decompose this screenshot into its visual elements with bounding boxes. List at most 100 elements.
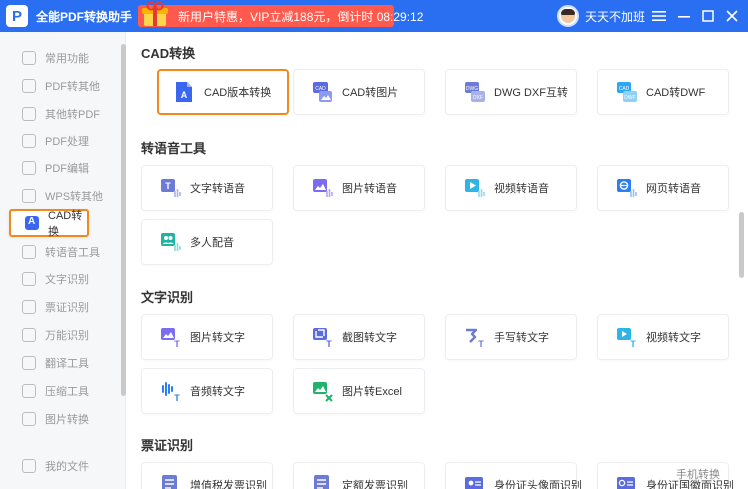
user-profile[interactable]: 天天不加班 xyxy=(557,5,645,27)
section-title-speech: 转语音工具 xyxy=(141,141,207,156)
main-content: CAD转换 A CAD版本转换 CAD CAD转图片 DWG DXF DWG DX… xyxy=(127,32,748,489)
title-bar: P 全能PDF转换助手 新用户特惠，VIP立减188元，倒计时 08:29:12… xyxy=(0,0,748,32)
cad-to-dwf-icon: CAD DWF xyxy=(616,81,637,103)
sidebar-item-speech[interactable]: 转语音工具 xyxy=(8,238,118,266)
sidebar: 常用功能 PDF转其他 其他转PDF PDF处理 PDF编辑 WPS转其他 CA… xyxy=(0,32,126,489)
folder-icon xyxy=(22,459,36,473)
sidebar-item-label: 其他转PDF xyxy=(45,109,100,121)
svg-text:T: T xyxy=(326,339,332,348)
maximize-icon[interactable] xyxy=(700,8,716,24)
card-multi-dubbing[interactable]: 多人配音 xyxy=(141,219,273,265)
phone-convert-link[interactable]: 手机转换 xyxy=(676,466,720,482)
dwg-dxf-icon: DWG DXF xyxy=(464,81,485,103)
sidebar-item-label: PDF转其他 xyxy=(45,81,100,93)
handwriting-to-text-icon: T xyxy=(464,326,484,348)
ticket-icon xyxy=(22,300,36,314)
image-icon xyxy=(22,412,36,426)
sidebar-item-other-to-pdf[interactable]: 其他转PDF xyxy=(8,100,118,128)
sidebar-item-universal[interactable]: 万能识别 xyxy=(8,321,118,349)
sidebar-item-label: 我的文件 xyxy=(45,461,89,473)
audio-icon xyxy=(22,245,36,259)
card-id-front[interactable]: 身份证头像面识别 xyxy=(445,462,582,489)
tools-icon xyxy=(22,134,36,148)
sidebar-item-ticket[interactable]: 票证识别 xyxy=(8,293,118,321)
compress-icon xyxy=(22,384,36,398)
card-label: 增值税发票识别 xyxy=(190,480,267,489)
user-name[interactable]: 天天不加班 xyxy=(585,8,645,25)
sidebar-item-cad[interactable]: CAD转换 xyxy=(9,209,89,238)
card-image-to-speech[interactable]: 图片转语音 xyxy=(293,165,425,211)
card-image-to-text[interactable]: T 图片转文字 xyxy=(141,314,273,360)
sidebar-item-compress[interactable]: 压缩工具 xyxy=(8,377,118,405)
main-scrollbar[interactable] xyxy=(739,212,744,278)
close-icon[interactable] xyxy=(724,8,740,24)
sidebar-item-pdf-process[interactable]: PDF处理 xyxy=(8,127,118,155)
id-front-icon xyxy=(464,474,484,489)
image-to-speech-icon xyxy=(312,177,333,199)
screenshot-to-text-icon: T xyxy=(312,326,332,348)
sidebar-scrollbar[interactable] xyxy=(121,44,126,396)
sidebar-item-label: 压缩工具 xyxy=(45,386,89,398)
text-to-speech-icon: T xyxy=(160,177,181,199)
sidebar-item-common[interactable]: 常用功能 xyxy=(8,44,118,72)
card-dwg-dxf[interactable]: DWG DXF DWG DXF互转 xyxy=(445,69,577,115)
sidebar-item-translate[interactable]: 翻译工具 xyxy=(8,349,118,377)
app-logo-icon: P xyxy=(6,5,28,27)
gift-icon xyxy=(142,1,168,26)
svg-text:T: T xyxy=(165,181,171,191)
minimize-icon[interactable] xyxy=(676,8,692,24)
card-label: 视频转文字 xyxy=(646,332,701,344)
convert-icon xyxy=(22,107,36,121)
card-vat-invoice[interactable]: 增值税发票识别 xyxy=(141,462,273,489)
sidebar-item-label: 文字识别 xyxy=(45,274,89,286)
text-icon xyxy=(22,272,36,286)
sidebar-item-wps-to-other[interactable]: WPS转其他 xyxy=(8,182,118,210)
card-label: 音频转文字 xyxy=(190,386,245,398)
multi-dubbing-icon xyxy=(160,231,181,253)
card-web-to-speech[interactable]: 网页转语音 xyxy=(597,165,729,211)
card-image-to-excel[interactable]: 图片转Excel xyxy=(293,368,425,414)
card-label: 身份证头像面识别 xyxy=(494,480,582,489)
card-cad-to-image[interactable]: CAD CAD转图片 xyxy=(293,69,425,115)
promo-banner[interactable]: 新用户特惠，VIP立减188元，倒计时 08:29:12 xyxy=(138,1,423,27)
menu-icon[interactable] xyxy=(651,8,667,24)
card-handwriting-to-text[interactable]: T 手写转文字 xyxy=(445,314,577,360)
card-quota-invoice[interactable]: 定额发票识别 xyxy=(293,462,425,489)
card-screenshot-to-text[interactable]: T 截图转文字 xyxy=(293,314,425,360)
card-video-to-speech[interactable]: 视频转语音 xyxy=(445,165,577,211)
scan-icon xyxy=(22,328,36,342)
sidebar-item-ocr[interactable]: 文字识别 xyxy=(8,265,118,293)
card-label: 截图转文字 xyxy=(342,332,397,344)
card-text-to-speech[interactable]: T 文字转语音 xyxy=(141,165,273,211)
svg-text:T: T xyxy=(630,339,636,348)
sidebar-item-image[interactable]: 图片转换 xyxy=(8,405,118,433)
card-label: DWG DXF互转 xyxy=(494,87,568,99)
svg-text:T: T xyxy=(174,339,180,348)
cad-to-image-icon: CAD xyxy=(312,81,332,103)
card-label: 图片转语音 xyxy=(342,183,397,195)
cad-version-icon: A xyxy=(174,81,194,103)
sidebar-item-label: PDF编辑 xyxy=(45,163,89,175)
app-title: 全能PDF转换助手 xyxy=(36,9,133,24)
sidebar-item-label: 图片转换 xyxy=(45,414,89,426)
card-cad-version[interactable]: A CAD版本转换 xyxy=(157,69,289,115)
sidebar-item-label: 转语音工具 xyxy=(45,247,100,259)
card-label: 图片转文字 xyxy=(190,332,245,344)
video-to-text-icon: T xyxy=(616,326,636,348)
video-to-speech-icon xyxy=(464,177,485,199)
card-label: 网页转语音 xyxy=(646,183,701,195)
sidebar-item-pdf-to-other[interactable]: PDF转其他 xyxy=(8,72,118,100)
star-icon xyxy=(22,51,36,65)
card-cad-to-dwf[interactable]: CAD DWF CAD转DWF xyxy=(597,69,729,115)
sidebar-item-label: 常用功能 xyxy=(45,53,89,65)
section-title-ocr: 文字识别 xyxy=(141,290,194,305)
pdf-icon xyxy=(22,79,36,93)
svg-text:DXF: DXF xyxy=(473,95,483,101)
sidebar-item-label: CAD转换 xyxy=(48,210,83,238)
svg-text:A: A xyxy=(181,90,188,100)
avatar[interactable] xyxy=(557,5,579,27)
card-video-to-text[interactable]: T 视频转文字 xyxy=(597,314,729,360)
sidebar-item-pdf-edit[interactable]: PDF编辑 xyxy=(8,154,118,182)
card-audio-to-text[interactable]: T 音频转文字 xyxy=(141,368,273,414)
sidebar-item-my-files[interactable]: 我的文件 xyxy=(8,452,118,480)
